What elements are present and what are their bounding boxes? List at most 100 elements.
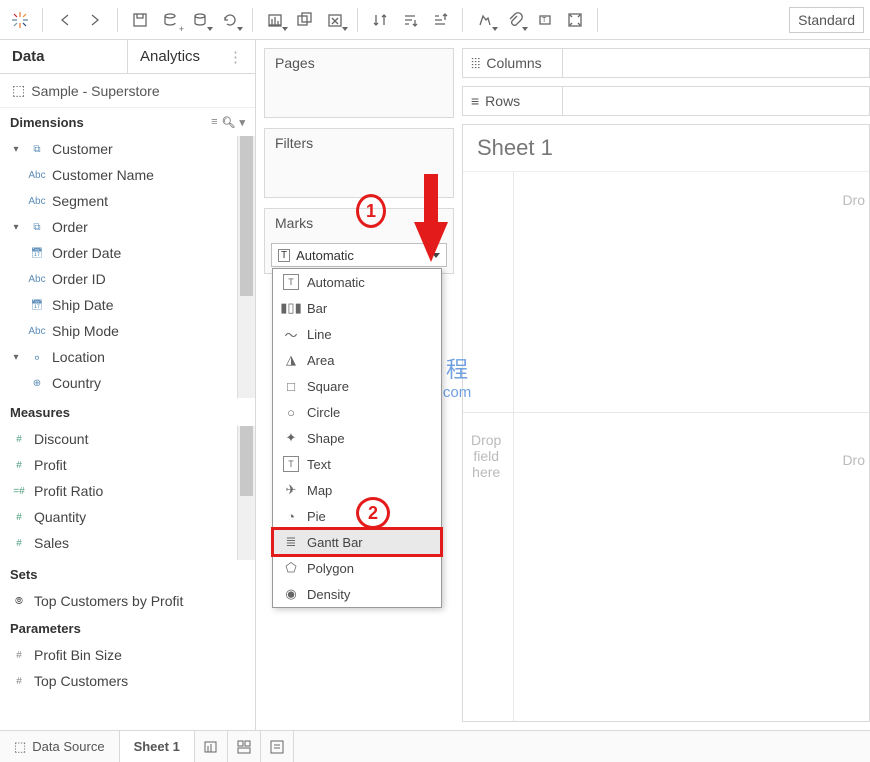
map-icon: ✈︎ [283,482,299,498]
menu-caret-icon[interactable]: ▾ [239,116,245,129]
sets-header: Sets [0,560,255,588]
field-order-id[interactable]: AbcOrder ID [0,266,237,292]
mark-square[interactable]: □Square [273,373,441,399]
folder-customer[interactable]: ▾⧉Customer [0,136,237,162]
new-dashboard-button[interactable] [228,731,261,762]
dimensions-scrollbar[interactable] [237,136,255,398]
field-ship-mode[interactable]: AbcShip Mode [0,318,237,344]
sort-desc-icon[interactable] [426,6,454,34]
drop-hint-right2: Dro [842,452,865,468]
mark-map[interactable]: ✈︎Map [273,477,441,503]
square-icon: □ [283,378,299,394]
mark-bar[interactable]: ▮▯▮Bar [273,295,441,321]
annotation-1: 1 [356,194,386,228]
set-top-customers[interactable]: ⦾Top Customers by Profit [0,588,255,614]
line-icon: 〜 [283,326,299,342]
save-icon[interactable] [126,6,154,34]
text-icon: T [278,249,290,262]
new-worksheet-button[interactable] [195,731,228,762]
field-quantity[interactable]: #Quantity [0,504,237,530]
database-icon: ⬚​ [12,82,25,99]
toolbar: + T Standard [0,0,870,40]
mark-line[interactable]: 〜Line [273,321,441,347]
datasource-row[interactable]: ⬚​ Sample - Superstore [0,74,255,108]
mark-polygon[interactable]: ⬠Polygon [273,555,441,581]
sheet-view[interactable]: Sheet 1 Dro Drop field here Dro [462,124,870,722]
tab-analytics-label: Analytics [140,48,200,65]
parameters-header: Parameters [0,614,255,642]
sheet-title[interactable]: Sheet 1 [463,125,869,172]
drop-hint-right1: Dro [842,192,865,208]
tab-analytics[interactable]: Analytics⋮ [128,40,255,73]
field-customer-name[interactable]: AbcCustomer Name [0,162,237,188]
field-discount[interactable]: #Discount [0,426,237,452]
forward-icon[interactable] [81,6,109,34]
new-sheet-icon[interactable] [261,6,289,34]
search-icon[interactable]: 🔍︎ [222,116,236,129]
attach-icon[interactable] [501,6,529,34]
fit-dropdown[interactable]: Standard [789,7,864,33]
area-icon: ◮ [283,352,299,368]
clear-sheet-icon[interactable] [321,6,349,34]
field-sales[interactable]: #Sales [0,530,237,556]
rows-shelf[interactable]: ≡ Rows [462,86,870,116]
field-country[interactable]: ⊕Country [0,370,237,396]
rows-label: Rows [485,93,520,109]
field-profit-ratio[interactable]: =#Profit Ratio [0,478,237,504]
datasource-name: Sample - Superstore [31,83,159,99]
field-profit[interactable]: #Profit [0,452,237,478]
data-pane: Data Analytics⋮ ⬚​ Sample - Superstore D… [0,40,256,730]
swap-icon[interactable] [366,6,394,34]
param-profit-bin[interactable]: #Profit Bin Size [0,642,255,668]
tab-data[interactable]: Data [0,40,128,73]
dimensions-header: Dimensions ≡🔍︎▾ [0,108,255,136]
duplicate-sheet-icon[interactable] [291,6,319,34]
measures-scrollbar[interactable] [237,426,255,560]
gantt-icon: ≣ [283,534,299,550]
param-top-customers[interactable]: #Top Customers [0,668,255,694]
pause-datasource-icon[interactable] [186,6,214,34]
field-segment[interactable]: AbcSegment [0,188,237,214]
view-list-icon[interactable]: ≡ [211,116,217,129]
folder-location[interactable]: ▾०Location [0,344,237,370]
automatic-icon: T [283,274,299,290]
mark-area[interactable]: ◮Area [273,347,441,373]
text-mark-icon: T [283,456,299,472]
bottom-tabs: ⬚Data Source Sheet 1 [0,730,870,762]
mark-text[interactable]: TText [273,451,441,477]
mark-automatic[interactable]: TAutomatic [273,269,441,295]
new-story-button[interactable] [261,731,294,762]
cards-pane: Pages Filters Marks T Automatic TAutomat… [256,40,462,730]
tab-sheet1[interactable]: Sheet 1 [120,731,195,762]
circle-icon: ○ [283,404,299,420]
field-state[interactable]: ⊕State [0,396,237,398]
mark-shape[interactable]: ✦Shape [273,425,441,451]
highlight-icon[interactable] [471,6,499,34]
fit-icon[interactable] [561,6,589,34]
mark-selected-label: Automatic [296,248,354,263]
mark-type-menu: TAutomatic ▮▯▮Bar 〜Line ◮Area □Square ○C… [272,268,442,608]
rows-icon: ≡ [471,93,479,109]
back-icon[interactable] [51,6,79,34]
refresh-icon[interactable] [216,6,244,34]
view-pane: ⦙⦙⦙Columns ≡ Rows Sheet 1 Dro Drop field … [462,40,870,730]
new-datasource-icon[interactable]: + [156,6,184,34]
density-icon: ◉ [283,586,299,602]
measures-header: Measures [0,398,255,426]
pages-label: Pages [265,49,453,77]
columns-shelf[interactable]: ⦙⦙⦙Columns [462,48,870,78]
field-order-date[interactable]: 📅︎Order Date [0,240,237,266]
pages-shelf[interactable]: Pages [264,48,454,118]
annotation-2: 2 [356,497,390,529]
label-icon[interactable]: T [531,6,559,34]
mark-circle[interactable]: ○Circle [273,399,441,425]
mark-gantt[interactable]: ≣Gantt Bar [273,529,441,555]
field-ship-date[interactable]: 📅︎Ship Date [0,292,237,318]
folder-order[interactable]: ▾⧉Order [0,214,237,240]
tableau-logo-icon [6,6,34,34]
columns-label: Columns [486,55,541,71]
sort-asc-icon[interactable] [396,6,424,34]
tab-data-source[interactable]: ⬚Data Source [0,731,120,762]
pie-icon: ◔ [283,508,299,524]
mark-density[interactable]: ◉Density [273,581,441,607]
